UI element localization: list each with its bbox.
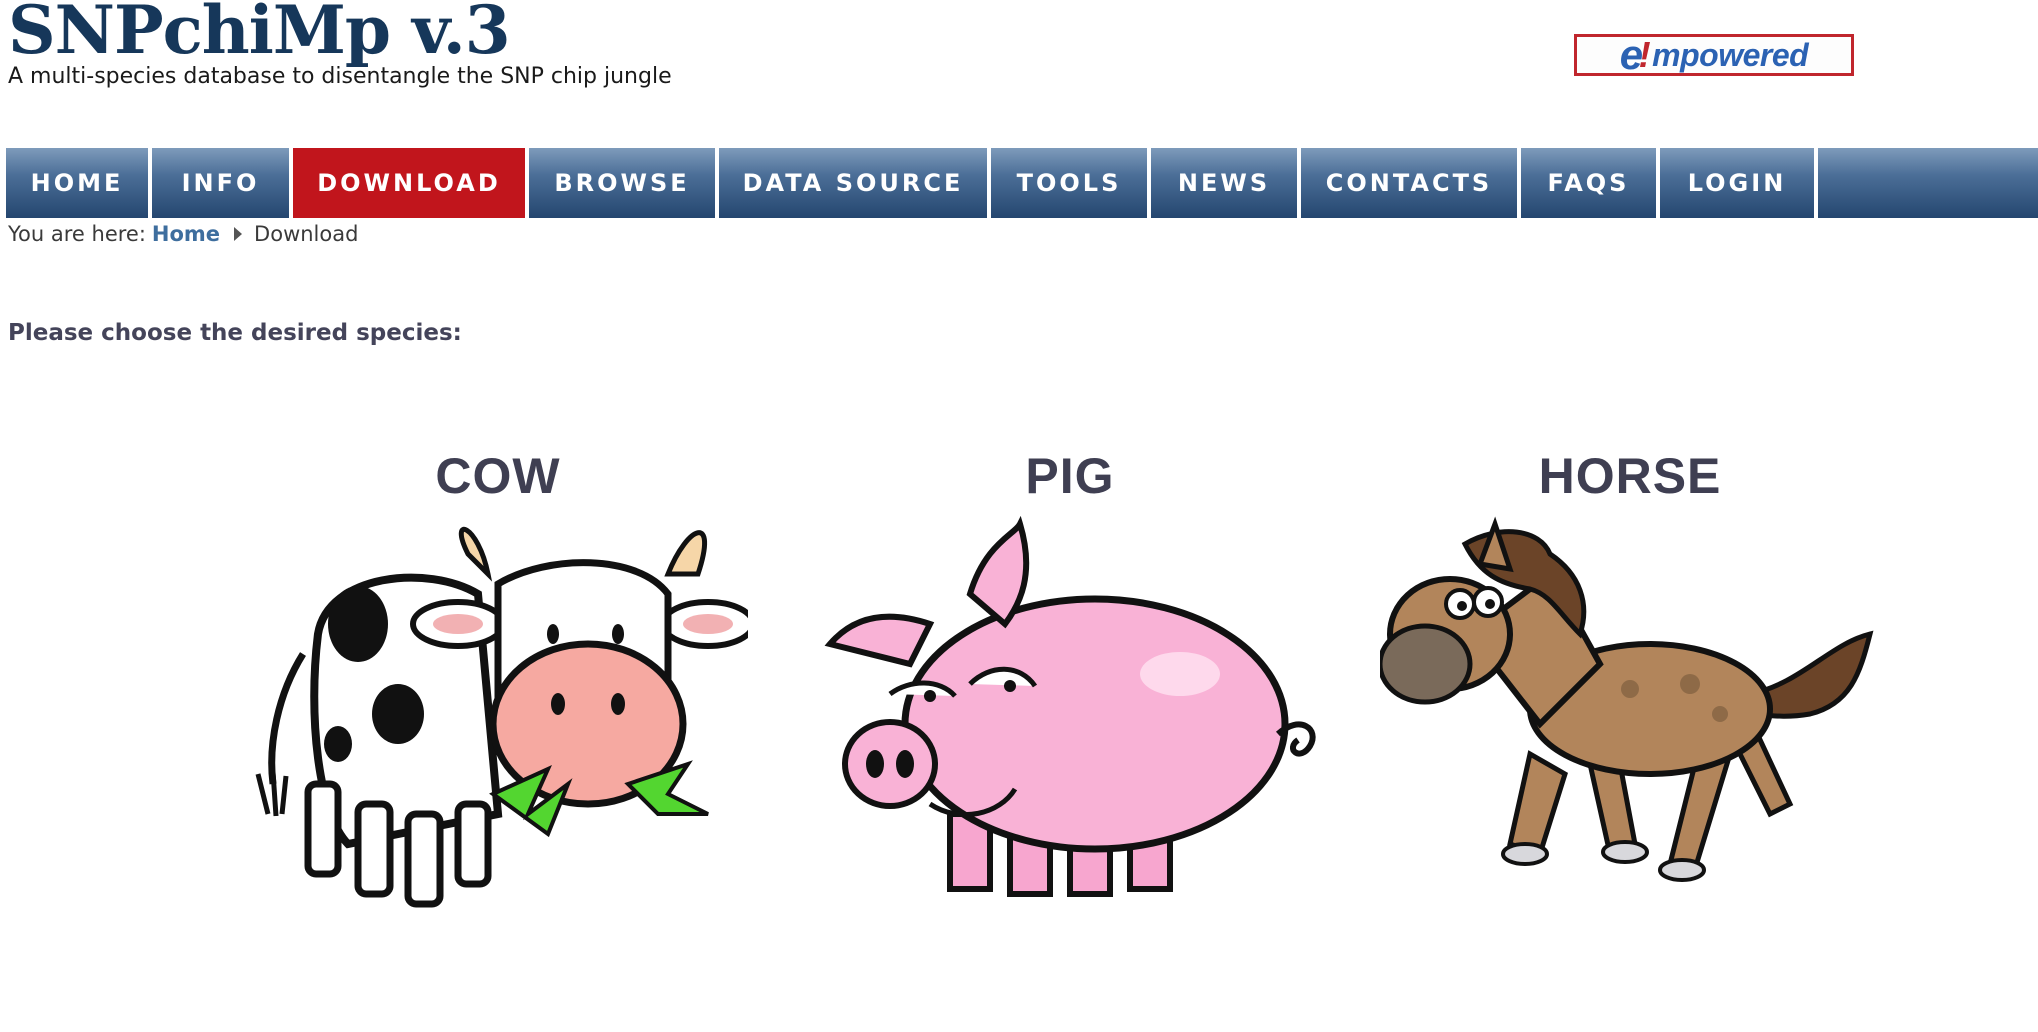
nav-contacts[interactable]: CONTACTS bbox=[1301, 148, 1521, 218]
nav-data-source[interactable]: DATA SOURCE bbox=[719, 148, 991, 218]
nav-download[interactable]: DOWNLOAD bbox=[293, 148, 529, 218]
species-label-cow: COW bbox=[435, 448, 561, 504]
nav-info[interactable]: INFO bbox=[152, 148, 293, 218]
breadcrumb-prefix: You are here: bbox=[8, 222, 146, 246]
empowered-logo[interactable]: e ! mpowered bbox=[1574, 31, 1854, 78]
empowered-logo-bang: ! bbox=[1638, 34, 1651, 75]
empowered-logo-text: mpowered bbox=[1652, 36, 1809, 73]
breadcrumb: You are here: Home Download bbox=[8, 222, 358, 246]
species-label-horse: HORSE bbox=[1538, 448, 1722, 504]
nav-tools[interactable]: TOOLS bbox=[991, 148, 1151, 218]
main-nav: HOME INFO DOWNLOAD BROWSE DATA SOURCE TO… bbox=[6, 148, 2038, 218]
species-cow[interactable]: COW bbox=[248, 446, 748, 914]
site-title: SNPchiMp v.3 bbox=[8, 0, 511, 69]
horse-icon bbox=[1380, 516, 1874, 882]
breadcrumb-arrow-icon bbox=[234, 227, 243, 241]
nav-login[interactable]: LOGIN bbox=[1660, 148, 1818, 218]
nav-faqs[interactable]: FAQS bbox=[1521, 148, 1660, 218]
breadcrumb-current: Download bbox=[254, 222, 359, 246]
breadcrumb-home-link[interactable]: Home bbox=[152, 222, 220, 246]
species-horse[interactable]: HORSE bbox=[1380, 446, 1880, 914]
site-tagline: A multi-species database to disentangle … bbox=[8, 64, 672, 89]
nav-news[interactable]: NEWS bbox=[1151, 148, 1301, 218]
nav-filler bbox=[1818, 148, 2038, 218]
cow-icon bbox=[255, 526, 748, 908]
pig-icon bbox=[824, 515, 1316, 897]
species-pig[interactable]: PIG bbox=[820, 446, 1320, 914]
species-prompt: Please choose the desired species: bbox=[8, 320, 462, 346]
species-label-pig: PIG bbox=[1025, 448, 1115, 504]
nav-home[interactable]: HOME bbox=[6, 148, 152, 218]
nav-browse[interactable]: BROWSE bbox=[529, 148, 719, 218]
